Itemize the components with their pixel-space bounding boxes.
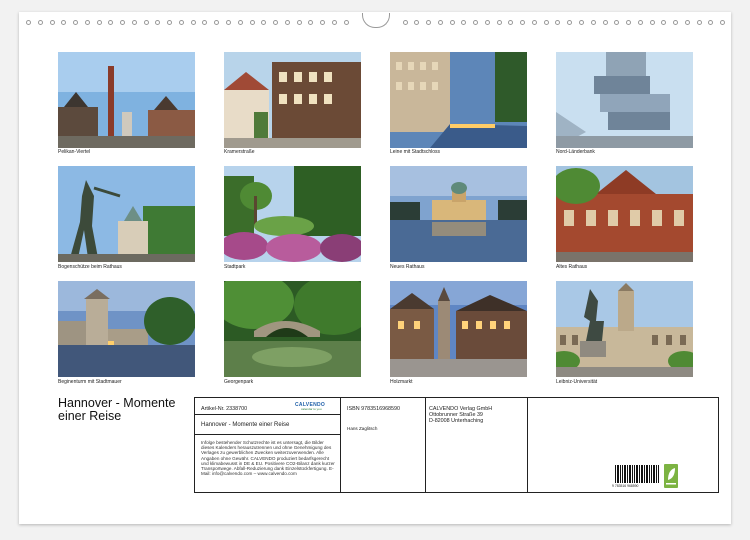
calendar-name: Hannover - Momente einer Reise — [201, 422, 290, 428]
binding-ring — [473, 19, 479, 25]
binding-ring — [578, 19, 584, 25]
binding-ring — [649, 19, 655, 25]
binding-ring — [226, 19, 232, 25]
binding-ring — [155, 19, 161, 25]
binding-ring — [496, 19, 502, 25]
binding-ring — [461, 19, 467, 25]
binding-ring — [414, 19, 420, 25]
caption-leine-stadtschloss: Leine mit Stadtschloss — [390, 149, 441, 155]
caption-leibniz-universitaet: Leibniz-Universität — [556, 379, 598, 385]
binding-ring — [26, 19, 31, 25]
article-number: Artikel-Nr. 2338700 — [201, 406, 248, 412]
binding-ring — [331, 19, 337, 25]
calendar-title: Hannover - Momente einer Reise — [58, 396, 176, 423]
caption-kramerstrasse: Kramerstraße — [224, 149, 255, 155]
photo-georgenpark — [224, 281, 361, 377]
binding-ring — [555, 19, 561, 25]
binding-ring — [684, 19, 690, 25]
isbn: ISBN 9783516968590 — [347, 406, 401, 412]
barcode-digits: 9 783516 968590 — [612, 484, 639, 488]
barcode-area: 9 783516 968590 — [527, 398, 720, 492]
publisher-city: D-82008 Unterhaching — [429, 418, 484, 424]
binding-ring — [49, 19, 55, 25]
binding-ring — [84, 19, 90, 25]
caption-beginenturm: Beginenturm mit Stadtmauer — [58, 379, 122, 385]
photo-altes-rathaus — [556, 166, 693, 262]
author: Hans Zaglitsch — [347, 426, 378, 431]
binding-ring — [590, 19, 596, 25]
binding-ring — [202, 19, 208, 25]
binding-ring — [708, 19, 714, 25]
binding-ring — [343, 19, 349, 25]
binding-ring — [308, 19, 314, 25]
divider — [195, 434, 340, 435]
photo-nord-landerbank — [556, 52, 693, 148]
binding-ring — [520, 19, 526, 25]
caption-nord-landerbank: Nord-Länderbank — [556, 149, 595, 155]
caption-bogenschuetze: Bogenschütze beim Rathaus — [58, 264, 122, 270]
photo-neues-rathaus — [390, 166, 527, 262]
binding-ring — [237, 19, 243, 25]
binding-ring — [484, 19, 490, 25]
binding-ring — [120, 19, 126, 25]
binding-ring — [143, 19, 149, 25]
photo-beginenturm — [58, 281, 195, 377]
info-box-article: Artikel-Nr. 2338700 CALVENDO calendar to… — [194, 397, 341, 493]
caption-neues-rathaus: Neues Rathaus — [390, 264, 425, 270]
binding-ring — [131, 19, 137, 25]
caption-altes-rathaus: Altes Rathaus — [556, 264, 588, 270]
binding-ring — [661, 19, 667, 25]
photo-bogenschuetze — [58, 166, 195, 262]
caption-pelikan-viertel: Pelikan-Viertel — [58, 149, 91, 155]
binding-ring — [673, 19, 679, 25]
caption-holzmarkt: Holzmarkt — [390, 379, 413, 385]
binding-ring — [449, 19, 455, 25]
caption-georgenpark: Georgenpark — [224, 379, 254, 385]
binding-ring — [261, 19, 267, 25]
binding-ring — [96, 19, 102, 25]
binding-ring — [61, 19, 67, 25]
photo-pelikan-viertel — [58, 52, 195, 148]
binding-ring — [531, 19, 537, 25]
calvendo-logo: CALVENDO calendar to you — [295, 402, 326, 411]
caption-stadtpark: Stadtpark — [224, 264, 246, 270]
photo-kramerstrasse — [224, 52, 361, 148]
photo-stadtpark — [224, 166, 361, 262]
binding-ring — [320, 19, 326, 25]
binding-ring — [720, 19, 726, 25]
climate-neutral-badge — [664, 464, 678, 488]
binding-ring — [437, 19, 443, 25]
binding-ring — [214, 19, 220, 25]
binding-ring — [543, 19, 549, 25]
binding-ring — [426, 19, 432, 25]
binding-ring — [614, 19, 620, 25]
photo-leine-stadtschloss — [390, 52, 527, 148]
binding-ring — [273, 19, 279, 25]
binding-ring — [249, 19, 255, 25]
binding-ring — [637, 19, 643, 25]
binding-ring — [402, 19, 408, 25]
binding-ring — [37, 19, 43, 25]
binding-ring — [567, 19, 573, 25]
info-box-publisher: ISBN 9783516968590 Hans Zaglitsch CALVEN… — [340, 397, 719, 493]
binding-ring — [508, 19, 514, 25]
binding-ring — [602, 19, 608, 25]
photo-leibniz-universitaet — [556, 281, 693, 377]
binding-ring — [167, 19, 173, 25]
binding-ring — [108, 19, 114, 25]
binding-ring — [626, 19, 632, 25]
binding-ring — [190, 19, 196, 25]
divider — [425, 398, 426, 492]
photo-holzmarkt — [390, 281, 527, 377]
binding-ring — [296, 19, 302, 25]
leaf-icon — [666, 468, 676, 485]
binding-ring — [696, 19, 702, 25]
divider — [195, 414, 340, 415]
binding-ring — [284, 19, 290, 25]
binding-ring — [178, 19, 184, 25]
legal-text: Infolge bestehender Schutzrechte ist es … — [201, 440, 335, 477]
binding-ring — [73, 19, 79, 25]
